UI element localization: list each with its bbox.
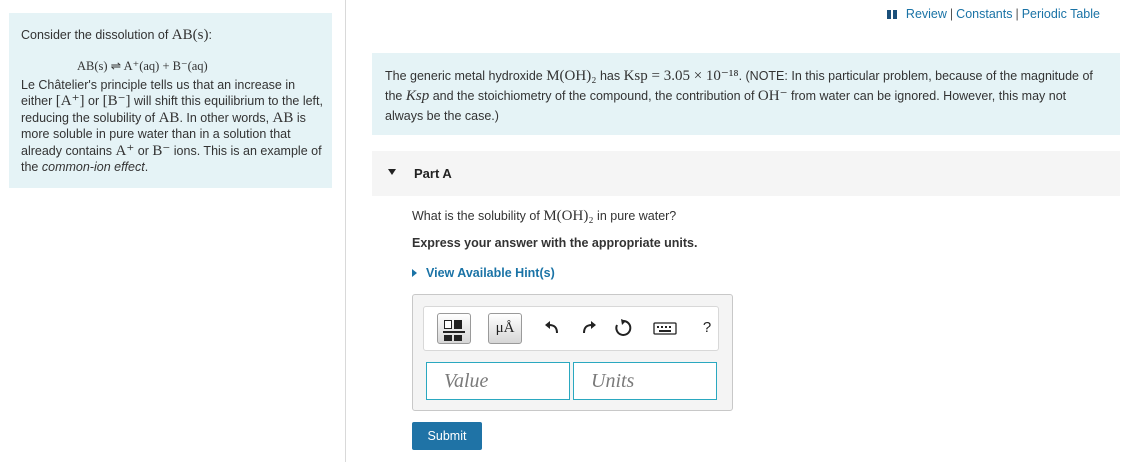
problem-text: The generic metal hydroxide M(OH)₂ has K… xyxy=(385,68,1093,123)
common-ion-effect: common-ion effect xyxy=(41,160,145,175)
undo-icon[interactable] xyxy=(542,317,564,339)
math-toolbar: μÅ ? xyxy=(423,306,719,351)
resource-links: Review | Constants | Periodic Table xyxy=(886,7,1100,21)
intro-panel: Consider the dissolution of AB(s): AB(s)… xyxy=(9,13,332,188)
part-label: Part A xyxy=(414,166,452,181)
lechatelier-paragraph: Le Châtelier's principle tells us that a… xyxy=(21,78,323,175)
expand-triangle-icon xyxy=(412,269,417,277)
answer-widget: μÅ ? Value Units xyxy=(412,294,733,411)
units-icon: μÅ xyxy=(495,320,515,336)
intro-text: Consider the dissolution of AB(s): xyxy=(21,27,212,43)
collapse-caret-icon[interactable] xyxy=(388,169,396,175)
reset-icon[interactable] xyxy=(612,317,634,339)
units-input[interactable]: Units xyxy=(573,362,717,400)
constants-link[interactable]: Constants xyxy=(956,7,1012,21)
column-divider xyxy=(345,0,346,462)
question-text: What is the solubility of M(OH)₂ in pure… xyxy=(412,208,677,224)
periodic-table-link[interactable]: Periodic Table xyxy=(1022,7,1100,21)
help-icon[interactable]: ? xyxy=(696,317,718,339)
view-hints-link[interactable]: View Available Hint(s) xyxy=(412,266,555,280)
part-a-header[interactable]: Part A xyxy=(372,151,1120,196)
link-separator: | xyxy=(949,7,954,21)
value-input[interactable]: Value xyxy=(426,362,570,400)
problem-statement: The generic metal hydroxide M(OH)₂ has K… xyxy=(372,53,1120,135)
submit-button[interactable]: Submit xyxy=(412,422,482,450)
redo-icon[interactable] xyxy=(577,317,599,339)
answer-instruction: Express your answer with the appropriate… xyxy=(412,236,698,250)
link-separator: | xyxy=(1015,7,1019,21)
templates-button[interactable] xyxy=(437,313,471,344)
intro-species: AB(s) xyxy=(171,27,209,43)
review-icon xyxy=(886,9,899,19)
keyboard-icon[interactable] xyxy=(652,317,678,339)
dissolution-equation: AB(s) ⇌ A⁺(aq) + B⁻(aq) xyxy=(77,59,208,73)
units-button[interactable]: μÅ xyxy=(488,313,522,344)
review-link[interactable]: Review xyxy=(906,7,947,21)
